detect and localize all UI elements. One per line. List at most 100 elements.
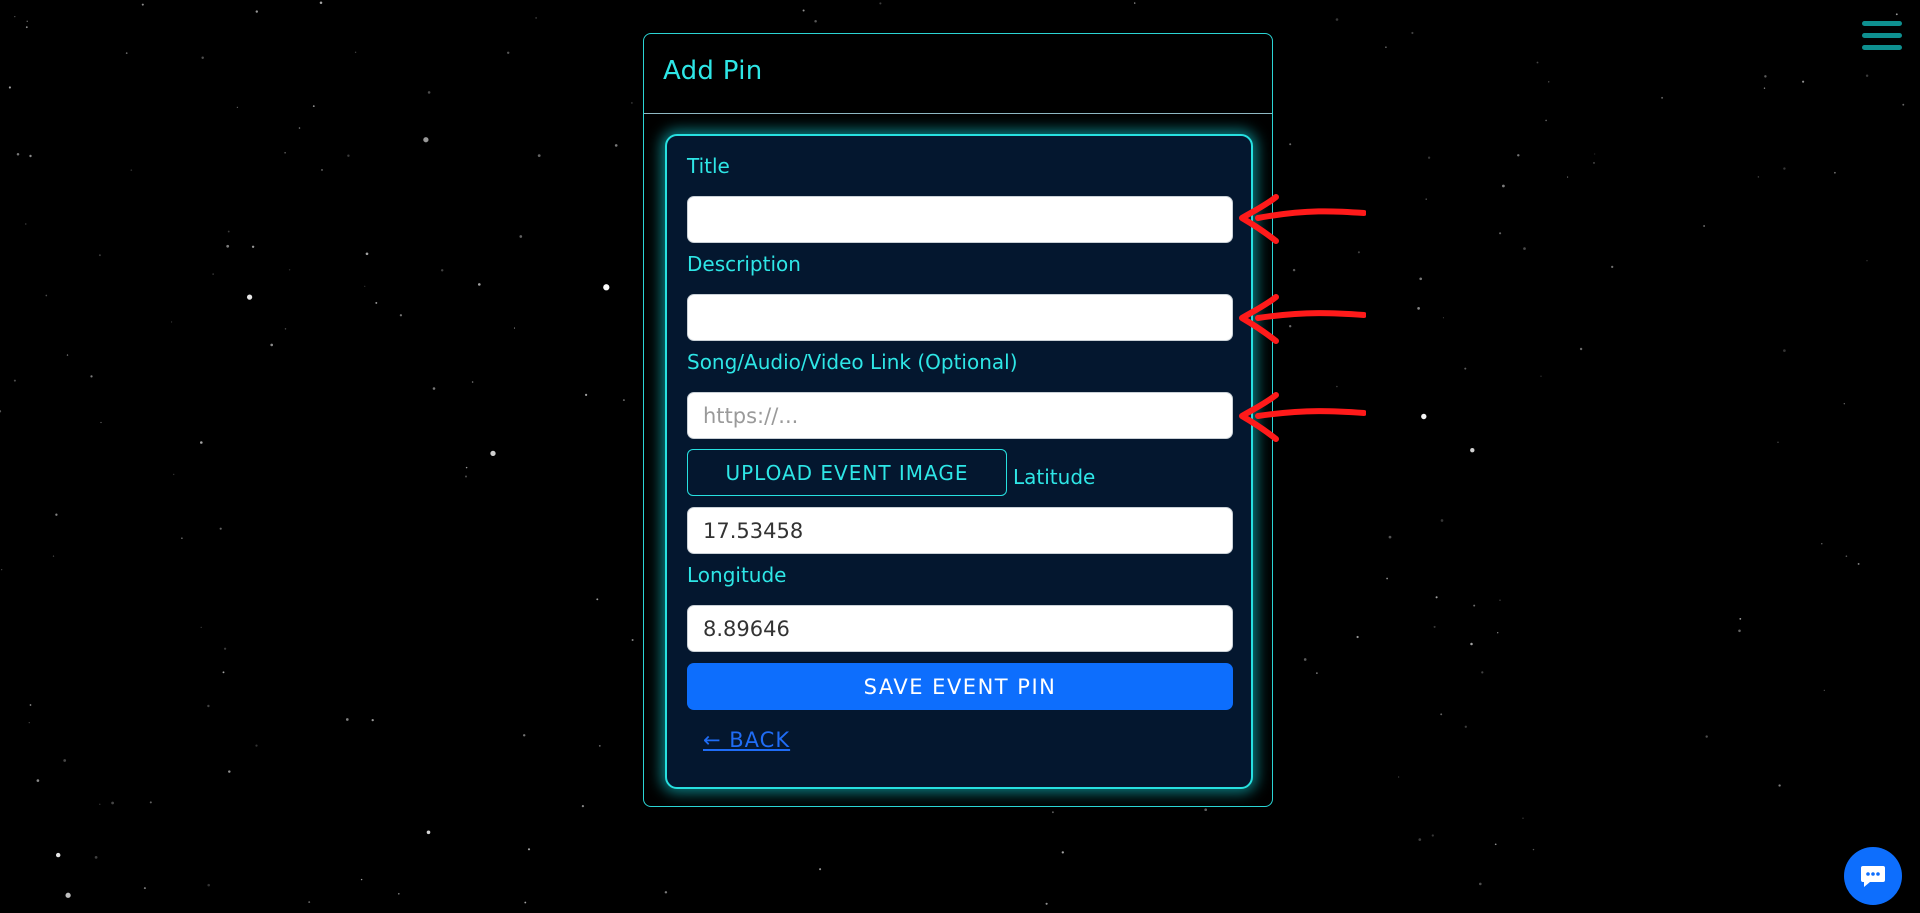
star [219,527,222,530]
star [29,704,32,706]
star [1204,808,1208,812]
star [200,626,202,629]
star [1479,882,1482,886]
star [399,314,403,317]
upload-event-image-button[interactable]: UPLOAD EVENT IMAGE [687,449,1007,496]
star [1845,555,1848,557]
star [1494,843,1497,846]
star [819,868,822,871]
star [347,154,350,157]
star [664,891,668,894]
star [1902,103,1905,106]
hamburger-menu-icon[interactable] [1862,19,1902,53]
star [143,887,146,890]
star [1386,577,1388,580]
star [622,399,625,402]
link-input[interactable] [687,392,1233,439]
star [1335,18,1339,21]
star [199,441,203,444]
star [1419,277,1423,281]
star [90,375,93,378]
star [1356,635,1359,639]
star [1821,543,1823,545]
longitude-input[interactable] [687,605,1233,652]
star [1532,848,1535,851]
red-arrow-icon [1239,294,1366,344]
star [321,168,323,171]
star [1289,143,1292,146]
star [1522,817,1524,820]
star [172,473,175,476]
star [537,154,541,157]
star [1470,642,1473,646]
star [227,230,230,233]
chat-button[interactable] [1844,847,1902,905]
star [1857,562,1860,565]
title-label: Title [687,154,730,178]
pin-form: Title Description Song/Audio/Video Link … [665,134,1253,789]
star [471,381,474,383]
star [614,144,618,147]
star [596,598,599,601]
star [1051,811,1054,814]
star [1540,375,1542,377]
star [440,269,444,272]
star [1661,96,1664,99]
star [1823,689,1825,691]
star [1464,367,1467,370]
star [236,106,239,109]
description-input[interactable] [687,294,1233,341]
star [1594,153,1596,155]
star [207,883,210,887]
star [246,294,253,300]
star [207,704,210,708]
star [1435,596,1438,599]
star [513,327,516,329]
star [1464,725,1467,728]
card-title: Add Pin [663,56,763,86]
star [319,1,323,4]
star [298,127,301,129]
star [1536,61,1539,64]
star [308,901,311,904]
star [598,744,601,747]
star [141,3,144,6]
star [98,254,101,257]
latitude-input[interactable] [687,507,1233,554]
star [524,901,527,904]
star [581,805,585,808]
star [125,52,128,54]
star [427,91,431,94]
star [397,892,400,895]
star [13,379,16,382]
star [465,466,468,469]
star [94,856,98,859]
longitude-label: Longitude [687,563,787,587]
star [1499,232,1502,235]
star [375,301,378,304]
star [1738,629,1741,633]
star [52,555,55,557]
star [1473,604,1476,607]
star [1523,247,1526,250]
star [506,51,510,55]
star [1764,75,1767,78]
star [28,722,30,724]
star [371,718,374,722]
star [1843,403,1845,405]
star [426,830,431,835]
back-link[interactable]: ← BACK [703,728,790,752]
title-input[interactable] [687,196,1233,243]
chat-bubble-icon [1861,866,1885,887]
star [1548,81,1550,83]
red-arrow-icon [1239,194,1366,244]
star [251,245,255,248]
save-event-pin-button[interactable]: SAVE EVENT PIN [687,663,1233,710]
star [1866,260,1868,262]
star [423,137,429,143]
star [1802,80,1805,83]
star [802,9,805,12]
star [0,410,2,413]
star [1440,713,1443,716]
star [879,2,882,5]
